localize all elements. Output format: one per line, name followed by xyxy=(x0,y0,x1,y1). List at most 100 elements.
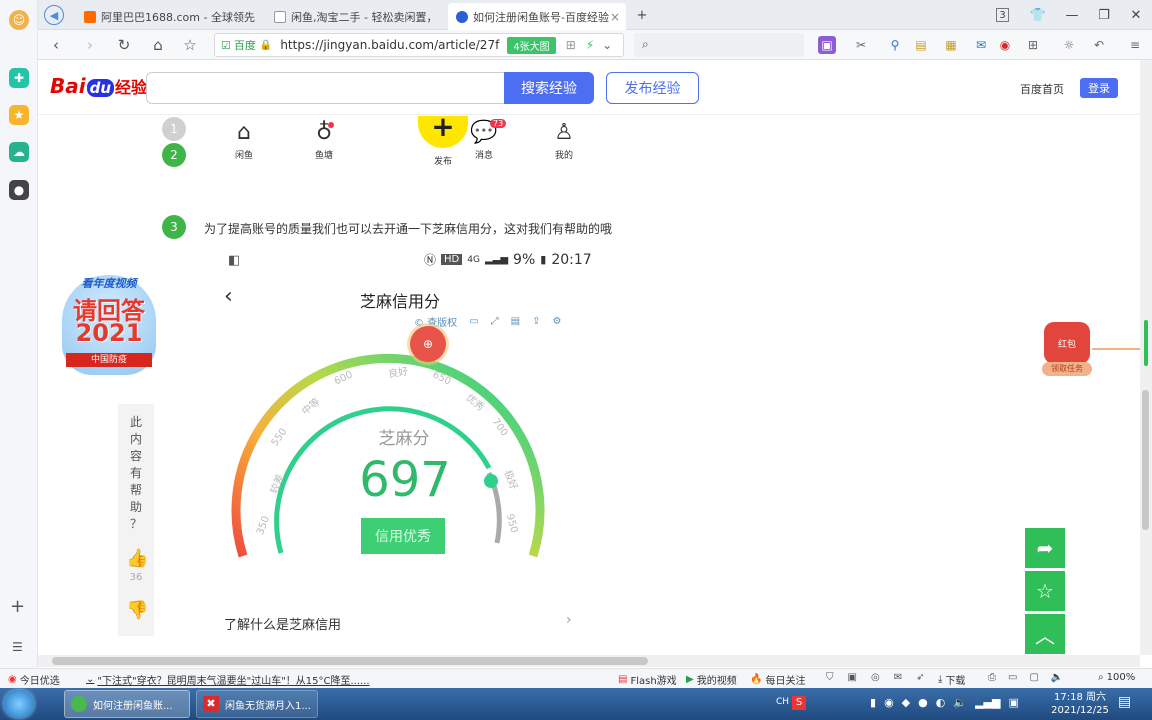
tablet-icon[interactable]: ▭ xyxy=(1008,672,1017,683)
thumbs-down-icon[interactable]: 👎 xyxy=(126,600,148,621)
zhima-credit-screenshot[interactable]: ◧ Ⓝ HD 4G ▂▃▅ 9% ▮ 20:17 ‹ 芝麻信用分 © 查版权 ▭… xyxy=(224,248,592,648)
panda-icon[interactable]: ● xyxy=(9,180,29,200)
undo-icon[interactable]: ↶ xyxy=(1090,36,1108,54)
back-to-top-button[interactable]: ︿ xyxy=(1025,614,1065,654)
scissors-icon[interactable]: ✂ xyxy=(852,36,870,54)
tray-icon[interactable]: ▮ xyxy=(870,696,876,709)
sogou-icon[interactable]: S xyxy=(792,696,806,710)
image-count-badge[interactable]: 4张大图 xyxy=(507,36,556,54)
tray-icon[interactable]: ● xyxy=(918,696,928,709)
bolt-icon[interactable]: ⚡ xyxy=(586,38,594,52)
search-input[interactable]: ⌕ xyxy=(634,33,804,57)
minimize-icon[interactable]: — xyxy=(1062,5,1082,25)
browser-menu-icon[interactable]: ≡ xyxy=(1126,36,1144,54)
grid-icon[interactable]: ⊞ xyxy=(566,38,576,52)
magnifier-icon[interactable]: ⚲ xyxy=(886,36,904,54)
news-ticker[interactable]: ⌄ "下注式"穿衣？昆明周末气温要坐"过山车"！从15°C降至...... xyxy=(86,672,370,687)
flash-games[interactable]: ▤ Flash游戏 xyxy=(618,672,677,687)
promo-badge[interactable]: 看年度视频 请回答 2021 中国防疫 xyxy=(62,275,156,375)
favorite-button[interactable]: ☆ xyxy=(1025,571,1065,611)
printer-icon[interactable]: ⎙ xyxy=(988,672,996,683)
save-icon[interactable]: ▭ xyxy=(469,316,478,327)
tab-1688[interactable]: 阿里巴巴1688.com - 全球领先 xyxy=(76,3,262,30)
share-button[interactable]: ➦ xyxy=(1025,528,1065,568)
address-bar[interactable]: ☑ 百度 🔒 https://jingyan.baidu.com/article… xyxy=(214,33,624,57)
tray-icon[interactable]: ▣ xyxy=(1008,696,1018,709)
apps-icon[interactable]: ⊞ xyxy=(1024,36,1042,54)
gallery-icon[interactable]: ▦ xyxy=(942,36,960,54)
publish-experience-button[interactable]: 发布经验 xyxy=(606,72,699,104)
tab-baidu-jingyan[interactable]: 如何注册闲鱼账号-百度经验 × xyxy=(448,3,626,30)
baidu-jingyan-logo[interactable]: Bai du 经验 xyxy=(50,74,147,98)
close-tab-icon[interactable]: × xyxy=(610,10,620,24)
speaker-icon[interactable]: 🔈 xyxy=(1051,672,1063,683)
back-icon[interactable]: ‹ xyxy=(46,35,66,55)
scrollbar-thumb[interactable] xyxy=(1142,390,1149,530)
tray-icon[interactable]: ◉ xyxy=(884,696,894,709)
volume-icon[interactable]: 🔈 xyxy=(953,696,967,709)
thumbs-up-icon[interactable]: 👍 xyxy=(126,548,148,569)
mail-icon[interactable]: ✉ xyxy=(972,36,990,54)
url-text: https://jingyan.baidu.com/article/27f xyxy=(280,38,500,52)
fullscreen-icon[interactable]: ⤢ xyxy=(491,316,499,327)
clock[interactable]: 17:18 周六 2021/12/25 xyxy=(1048,691,1112,717)
horizontal-scrollbar[interactable] xyxy=(38,655,1140,667)
daily-follow[interactable]: 🔥 每日关注 xyxy=(750,672,805,687)
refresh-icon[interactable]: ↻ xyxy=(114,35,134,55)
bookmark-star-icon[interactable]: ☆ xyxy=(180,35,200,55)
browser-logo-icon[interactable]: ◀ xyxy=(44,5,64,25)
maximize-icon[interactable]: ❐ xyxy=(1094,5,1114,25)
step-number: 1 xyxy=(162,117,186,141)
avatar[interactable]: ☺ xyxy=(9,10,29,30)
tray-icon[interactable]: ◆ xyxy=(902,696,910,709)
taskbar-item-editor[interactable]: ✖ 闲鱼无货源月入1... xyxy=(196,690,318,718)
taskbar-item-browser[interactable]: 如何注册闲鱼账... xyxy=(64,690,190,718)
image-toolbar: © 查版权 ▭ ⤢ ▤ ⇪ ⚙ xyxy=(414,314,561,329)
menu-icon[interactable]: ☰ xyxy=(12,640,23,654)
edit-icon[interactable]: ▤ xyxy=(511,316,520,327)
vertical-scrollbar[interactable] xyxy=(1140,60,1152,655)
network-icon[interactable]: ▂▄▆ xyxy=(975,696,1000,709)
today-picks[interactable]: ◉ 今日优选 xyxy=(8,672,60,687)
tab-count[interactable]: 3 xyxy=(996,8,1009,22)
tray-icon[interactable]: ◐ xyxy=(936,696,946,709)
add-icon[interactable]: + xyxy=(10,596,25,617)
search-experience-button[interactable]: 搜索经验 xyxy=(504,72,594,104)
share-icon[interactable]: ⇪ xyxy=(532,316,540,327)
close-window-icon[interactable]: ✕ xyxy=(1126,5,1146,25)
site-search-input[interactable] xyxy=(146,72,506,104)
login-button[interactable]: 登录 xyxy=(1080,78,1118,98)
sidebar-app-icon[interactable]: ✚ xyxy=(9,68,29,88)
start-button[interactable] xyxy=(4,690,34,718)
download-icon: ⤓ xyxy=(938,674,943,685)
favorites-star-icon[interactable]: ★ xyxy=(9,105,29,125)
settings-icon[interactable]: ⚙ xyxy=(552,316,561,327)
notification-icon[interactable]: ▤ xyxy=(1118,694,1138,714)
rocket-icon[interactable]: ➶ xyxy=(916,672,924,683)
baidu-home-link[interactable]: 百度首页 xyxy=(1020,81,1064,97)
shield-icon[interactable]: ⛉ xyxy=(826,672,834,683)
red-packet-widget[interactable]: 红包 领取任务 xyxy=(1042,322,1092,378)
screen-icon[interactable]: ▢ xyxy=(1029,672,1038,683)
gift-icon[interactable]: ✉ xyxy=(894,672,902,683)
zoom-icon[interactable]: ⊕ xyxy=(410,326,446,362)
image-tool-icon[interactable]: ▤ xyxy=(912,36,930,54)
scrollbar-thumb[interactable] xyxy=(52,657,648,665)
extension-icon[interactable]: ▣ xyxy=(818,36,836,54)
shirt-icon[interactable]: 👕 xyxy=(1028,5,1048,25)
home-icon[interactable]: ⌂ xyxy=(148,35,168,55)
image-icon[interactable]: ▣ xyxy=(848,672,857,683)
phone-nav-screenshot: ⌂ 闲鱼 ♁ 鱼塘 + 发布 💬 73 消息 ♙ 我的 xyxy=(198,116,618,171)
forward-icon[interactable]: › xyxy=(80,35,100,55)
weibo-icon[interactable]: ◉ xyxy=(996,36,1014,54)
downloads[interactable]: ⤓ 下载 xyxy=(938,672,965,687)
my-videos[interactable]: ▶ 我的视频 xyxy=(686,672,737,687)
chevron-down-icon[interactable]: ⌄ xyxy=(602,38,612,52)
new-tab-icon[interactable]: + xyxy=(632,5,652,25)
ime-indicator[interactable]: CH xyxy=(776,697,789,707)
tab-xianyu[interactable]: 闲鱼,淘宝二手 - 轻松卖闲置， xyxy=(266,3,448,30)
brightness-icon[interactable]: ☼ xyxy=(1060,36,1078,54)
eye-icon[interactable]: ◎ xyxy=(871,672,880,683)
cloud-icon[interactable]: ☁ xyxy=(9,142,29,162)
zoom-level[interactable]: ⌕ 100% xyxy=(1098,672,1135,683)
